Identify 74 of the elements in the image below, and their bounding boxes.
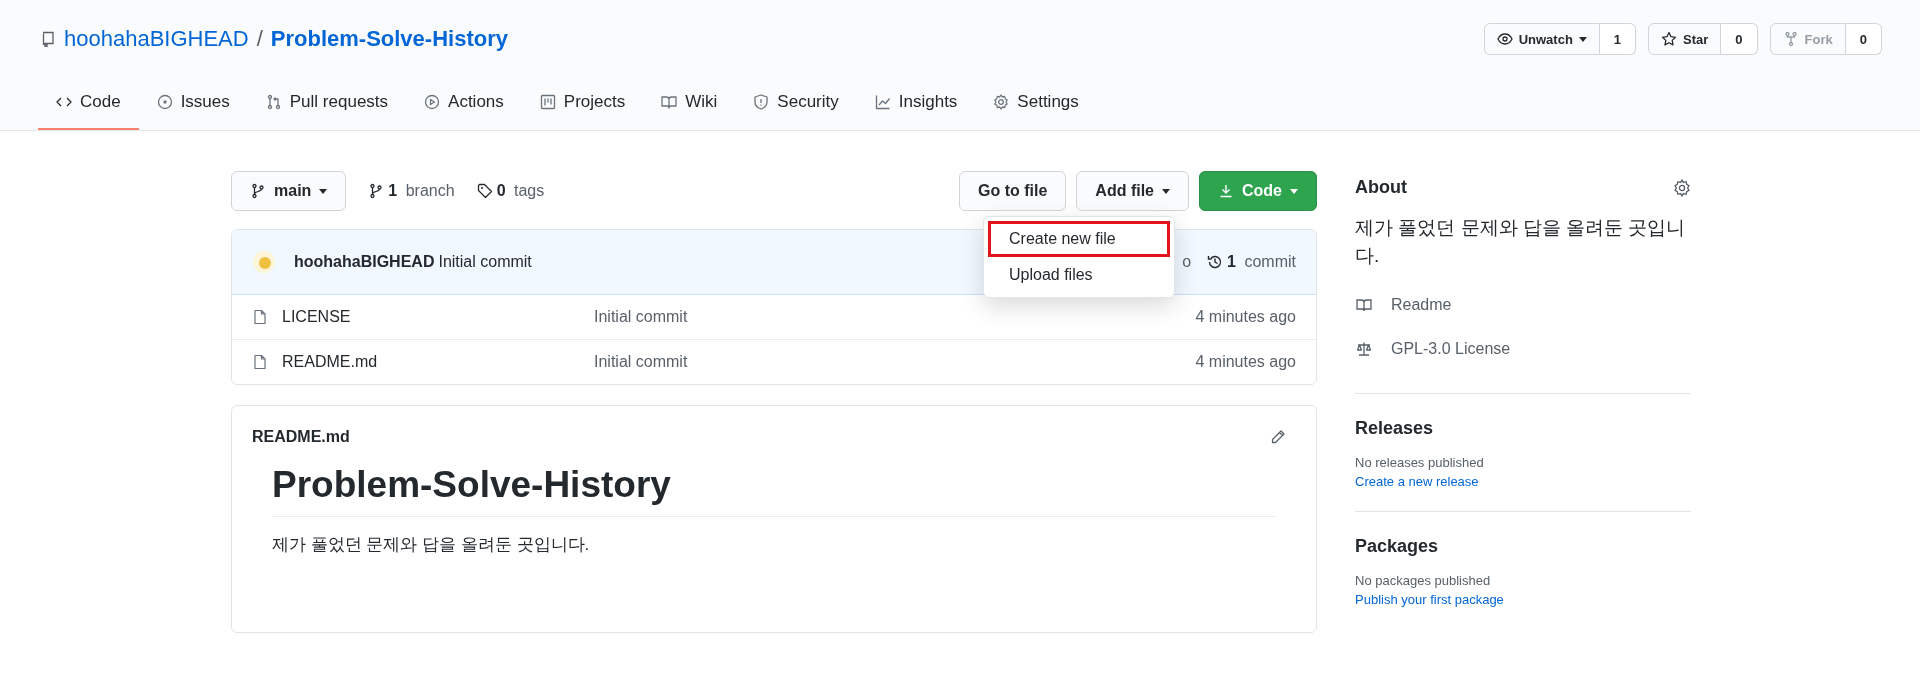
commit-message-link[interactable]: Initial commit [594,353,688,371]
graph-icon [874,94,891,110]
nav-tab[interactable]: Issues [138,76,248,130]
repo-action-button[interactable]: Unwatch [1483,23,1600,55]
repo-icon [40,31,56,47]
menu-item[interactable]: Upload files [988,257,1170,293]
file-age: 4 minutes ago [1195,353,1296,371]
file-age: 4 minutes ago [1195,308,1296,326]
repo-description: 제가 풀었던 문제와 답을 올려둔 곳입니다. [1355,216,1687,268]
book-icon [1355,297,1373,314]
readme-text: 제가 풀었던 문제와 답을 올려둔 곳입니다. [272,534,591,556]
scale-icon [1355,341,1373,358]
book-icon [661,94,678,110]
star-icon [1661,31,1678,47]
settings-icon[interactable] [1673,178,1691,197]
nav-tab[interactable]: Actions [406,76,522,130]
packages-note: No packages published [1355,573,1492,589]
commit-author-link[interactable]: hoohahaBIGHEAD [294,253,435,271]
nav-tab[interactable]: Code [38,76,139,130]
file-name-link[interactable]: LICENSE [282,308,594,326]
readme-filename: README.md [252,428,350,446]
play-icon [424,94,441,110]
file-icon [252,309,268,325]
file-name-link[interactable]: README.md [282,353,594,371]
tag-icon [476,183,493,199]
eye-icon [1496,31,1513,47]
packages-heading: Packages [1355,536,1440,558]
menu-item[interactable]: Create new file [988,221,1170,257]
nav-tab[interactable]: Settings [975,76,1097,130]
nav-tab[interactable]: Security [735,76,857,130]
social-count[interactable]: 0 [1721,23,1758,55]
settings-icon [993,94,1010,110]
publish-package-link[interactable]: Publish your first package [1355,592,1691,608]
avatar-icon [252,250,276,274]
repo-action-button[interactable]: Star [1648,23,1722,55]
commit-time: o [1182,253,1192,271]
go-to-file-button[interactable]: Go to file [959,171,1067,211]
branch-icon [250,183,266,199]
caret-icon [319,188,328,194]
caret-icon [1578,36,1587,42]
nav-tab[interactable]: Projects [521,76,644,130]
nav-tab[interactable]: Pull requests [247,76,407,130]
branch-icon [368,183,385,199]
readme-heading: Problem-Solve-History [272,464,672,507]
history-icon [1207,254,1224,270]
branches-link[interactable]: 1 branch [368,182,455,200]
caret-icon [1162,188,1170,194]
commit-message-link[interactable]: Initial commit [438,253,532,271]
about-heading: About [1355,177,1407,198]
nav-tab[interactable]: Insights [856,76,976,130]
repo-name-link[interactable]: Problem-Solve-History [270,26,508,52]
tags-link[interactable]: 0 tags [476,182,545,200]
social-count[interactable]: 1 [1599,23,1637,55]
fork-icon [1782,31,1799,47]
pull-request-icon [265,94,282,110]
caret-icon [1290,188,1298,194]
file-icon [252,354,268,370]
releases-heading: Releases [1355,418,1435,440]
releases-note: No releases published [1355,455,1485,471]
about-link[interactable]: Readme [1355,283,1691,328]
branch-select-button[interactable]: main [231,171,347,211]
shield-icon [753,94,770,110]
add-file-button[interactable]: Add file [1076,171,1189,211]
owner-link[interactable]: hoohahaBIGHEAD [64,26,249,52]
pencil-icon[interactable] [1270,429,1286,445]
project-board-icon [539,94,556,110]
path-separator: / [256,26,263,52]
download-icon [1218,183,1234,199]
commit-message-link[interactable]: Initial commit [594,308,688,326]
about-link[interactable]: GPL-3.0 License [1355,327,1691,372]
create-release-link[interactable]: Create a new release [1355,474,1691,490]
nav-tab[interactable]: Wiki [643,76,736,130]
commits-link[interactable]: 1 commit [1207,253,1296,271]
issue-icon [156,94,173,110]
